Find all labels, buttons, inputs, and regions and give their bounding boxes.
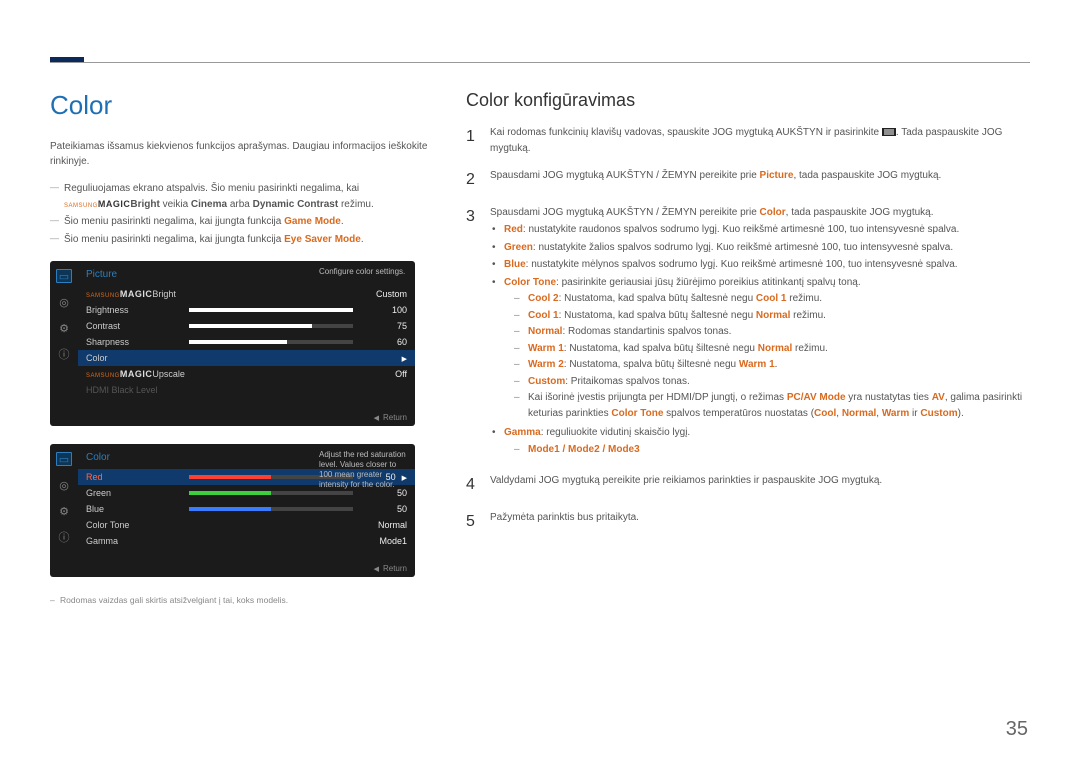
monitor-icon: ▭	[56, 269, 72, 283]
menu-icon	[882, 128, 896, 136]
step-5: Pažymėta parinktis bus pritaikyta.	[490, 510, 1030, 535]
note-3: Šio meniu pasirinkti negalima, kai įjung…	[50, 232, 430, 248]
osd-row: Blue50	[78, 501, 415, 517]
osd-return: Return	[374, 564, 407, 573]
gear-icon: ⚙	[56, 321, 72, 335]
step-2: Spausdami JOG mygtuką AUKŠTYN / ŽEMYN pe…	[490, 168, 1030, 193]
page-top-rule	[50, 62, 1030, 63]
notes-list: Reguliuojamas ekrano atspalvis. Šio meni…	[50, 181, 430, 247]
osd-row: SAMSUNGMAGICUpscaleOff	[78, 366, 415, 382]
osd-row: Contrast75	[78, 318, 415, 334]
info-icon: ⓘ	[56, 530, 72, 544]
page-number: 35	[1006, 718, 1028, 741]
osd-row: GammaMode1	[78, 533, 415, 549]
target-icon: ◎	[56, 478, 72, 492]
monitor-icon: ▭	[56, 452, 72, 466]
info-icon: ⓘ	[56, 347, 72, 361]
left-heading: Color	[50, 90, 430, 121]
osd-row: Color	[78, 350, 415, 366]
step-3: Spausdami JOG mygtuką AUKŠTYN / ŽEMYN pe…	[490, 205, 1030, 462]
step-4: Valdydami JOG mygtuką pereikite prie rei…	[490, 473, 1030, 498]
osd-row: Color ToneNormal	[78, 517, 415, 533]
intro-text: Pateikiamas išsamus kiekvienos funkcijos…	[50, 139, 430, 169]
osd-tip: Configure color settings.	[319, 267, 409, 277]
osd-sidebar: ▭ ◎ ⚙ ⓘ	[50, 444, 78, 555]
note-1: Reguliuojamas ekrano atspalvis. Šio meni…	[50, 181, 430, 212]
osd-row: HDMI Black Level	[78, 382, 415, 398]
step-1: Kai rodomas funkcinių klavišų vadovas, s…	[490, 125, 1030, 156]
osd-tip: Adjust the red saturation level. Values …	[319, 450, 409, 490]
steps-list: 1 Kai rodomas funkcinių klavišų vadovas,…	[466, 125, 1030, 535]
osd-color: ▭ ◎ ⚙ ⓘ Color Red50Green50Blue50Color To…	[50, 444, 415, 577]
osd-row: Sharpness60	[78, 334, 415, 350]
osd-sidebar: ▭ ◎ ⚙ ⓘ	[50, 261, 78, 404]
target-icon: ◎	[56, 295, 72, 309]
osd-return: Return	[374, 413, 407, 422]
osd-row: Brightness100	[78, 302, 415, 318]
gear-icon: ⚙	[56, 504, 72, 518]
footnote: Rodomas vaizdas gali skirtis atsižvelgia…	[50, 595, 430, 605]
osd-row: SAMSUNGMAGICBrightCustom	[78, 286, 415, 302]
right-heading: Color konfigūravimas	[466, 90, 1030, 111]
note-2: Šio meniu pasirinkti negalima, kai įjung…	[50, 214, 430, 230]
osd-picture: ▭ ◎ ⚙ ⓘ Picture SAMSUNGMAGICBrightCustom…	[50, 261, 415, 426]
